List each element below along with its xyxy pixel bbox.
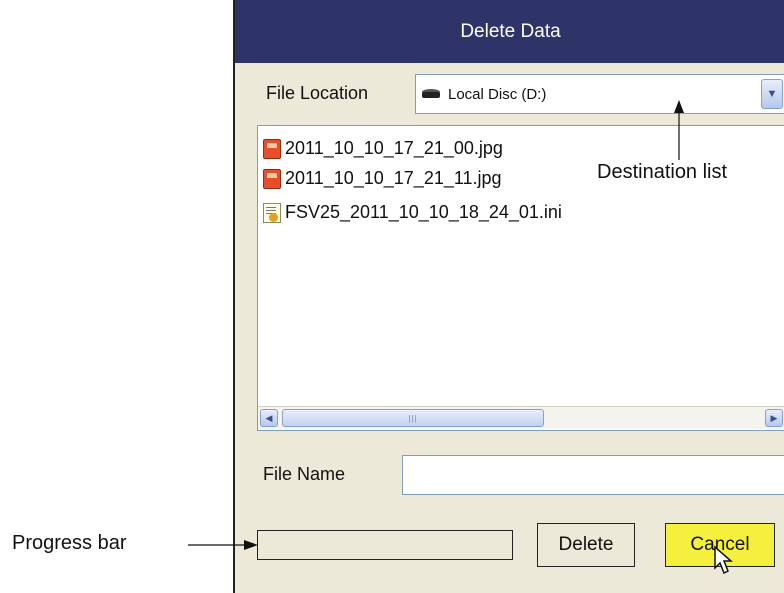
file-name: FSV25_2011_10_10_18_24_01.ini [285, 202, 562, 222]
drive-icon [422, 89, 440, 99]
destination-list-annotation: Destination list [597, 161, 728, 183]
file-name-input[interactable] [402, 455, 784, 495]
scroll-left-icon[interactable]: ◀ [260, 409, 278, 427]
file-name: 2011_10_10_17_21_00.jpg [285, 138, 503, 158]
file-name: 2011_10_10_17_21_11.jpg [285, 168, 502, 188]
dropdown-arrow-icon[interactable]: ▼ [761, 79, 783, 109]
scroll-thumb[interactable]: ||| [282, 409, 544, 427]
file-location-select[interactable]: Local Disc (D:) ▼ [415, 74, 784, 114]
list-item[interactable]: 2011_10_10_17_21_00.jpg [263, 138, 503, 159]
file-location-label: File Location [266, 83, 369, 103]
ini-file-icon [263, 202, 281, 223]
image-file-icon [263, 168, 281, 189]
list-item[interactable]: FSV25_2011_10_10_18_24_01.ini [263, 202, 562, 223]
delete-data-dialog: Delete Data File Location Local Disc (D:… [233, 0, 784, 593]
progress-bar [257, 530, 513, 560]
dialog-title: Delete Data [235, 0, 784, 63]
file-name-label: File Name [263, 464, 346, 484]
scroll-right-icon[interactable]: ▶ [765, 409, 783, 427]
horizontal-scrollbar[interactable]: ◀ ||| ▶ [258, 406, 784, 429]
delete-button[interactable]: Delete [537, 523, 635, 567]
image-file-icon [263, 138, 281, 159]
list-item[interactable]: 2011_10_10_17_21_11.jpg [263, 168, 502, 189]
progress-bar-annotation: Progress bar [12, 532, 127, 554]
mouse-pointer-icon [714, 545, 733, 575]
file-location-value: Local Disc (D:) [448, 85, 547, 103]
